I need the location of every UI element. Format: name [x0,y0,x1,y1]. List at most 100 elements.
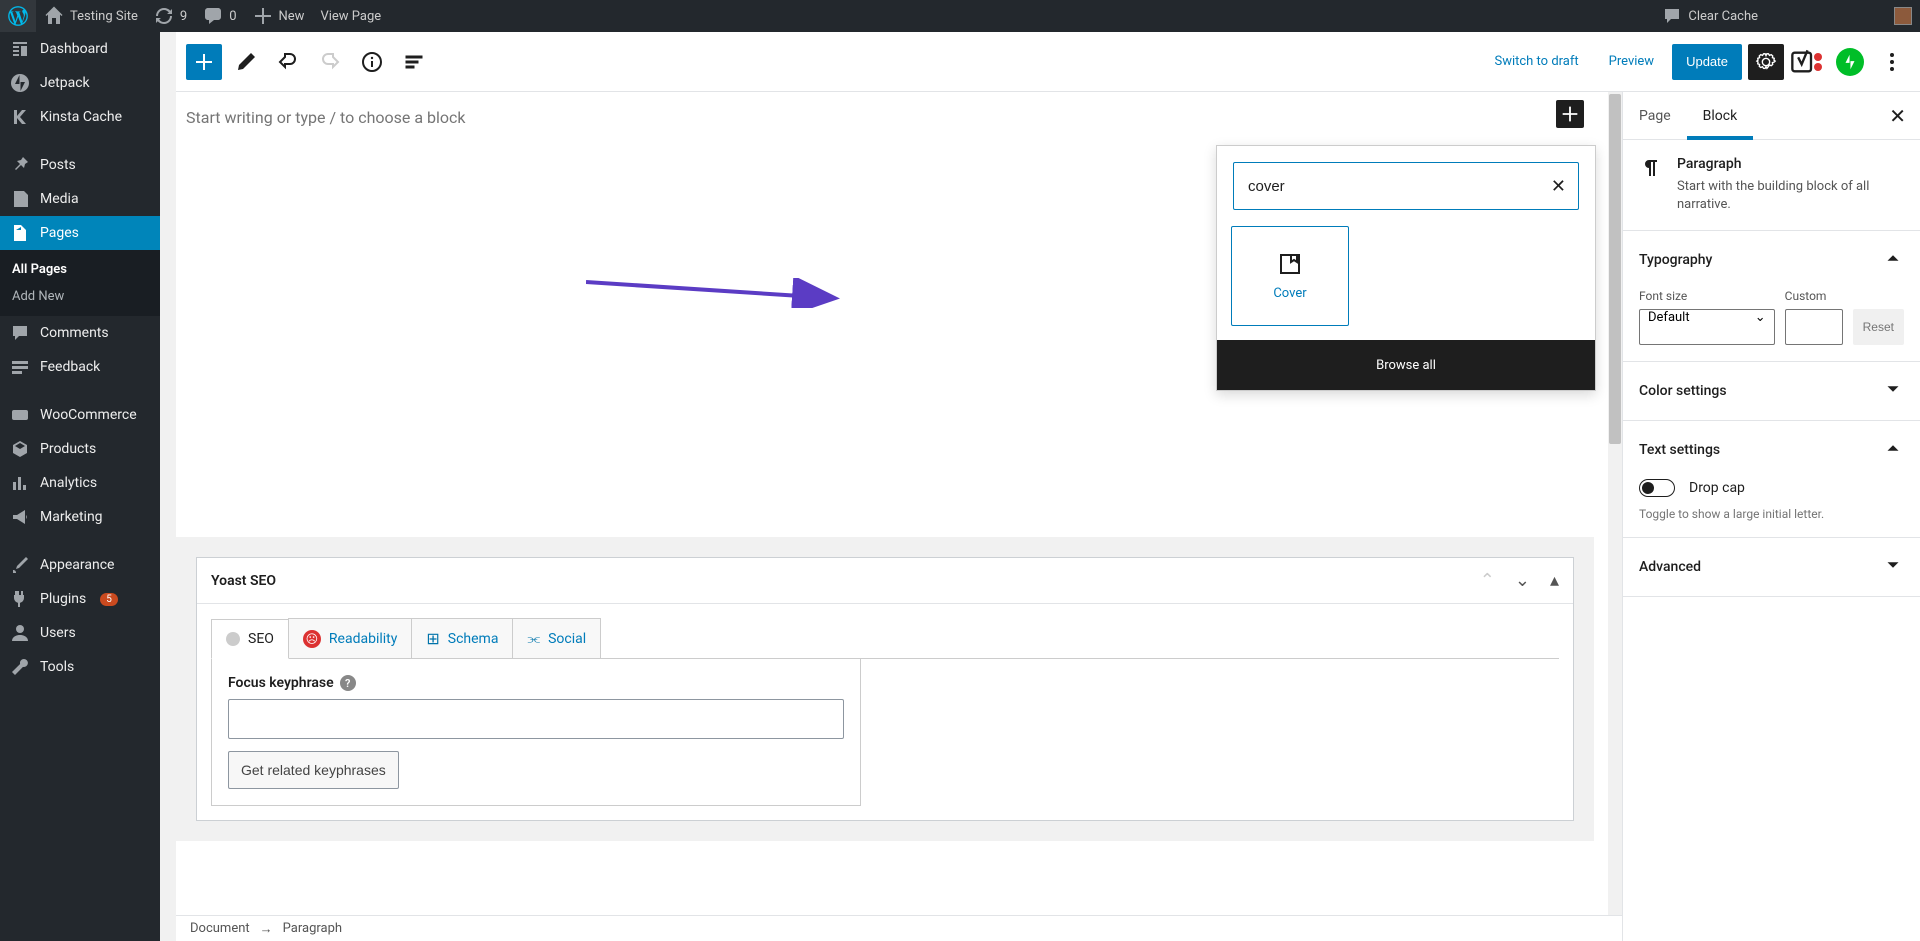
sidebar-item-plugins[interactable]: Plugins5 [0,582,160,616]
search-bar[interactable] [1766,0,1886,32]
submenu-add-new[interactable]: Add New [0,283,160,310]
profile[interactable] [1886,0,1920,32]
settings-button[interactable] [1748,44,1784,80]
reset-button[interactable]: Reset [1853,309,1904,345]
yoast-toggle-panel[interactable]: ▴ [1550,570,1559,591]
font-size-select[interactable]: Default⌄ [1639,309,1775,345]
scrollbar-thumb[interactable] [1609,94,1621,444]
schema-icon: ⊞ [426,629,439,648]
dashboard-icon [10,39,30,59]
comments-count: 0 [229,9,236,24]
user-icon [10,623,30,643]
yoast-move-up[interactable]: ⌃ [1480,570,1495,591]
yoast-tabs: SEO ☹Readability ⊞Schema ⫘Social [211,618,1559,659]
color-settings-header[interactable]: Color settings [1623,362,1920,420]
clear-cache[interactable]: Clear Cache [1654,0,1766,32]
kebab-icon [1880,50,1904,74]
updates[interactable]: 9 [146,0,195,32]
typography-header[interactable]: Typography [1623,231,1920,289]
info-button[interactable] [354,44,390,80]
advanced-header[interactable]: Advanced [1623,538,1920,596]
wp-logo[interactable] [0,0,36,32]
tab-schema[interactable]: ⊞Schema [411,618,513,658]
plus-icon [253,6,273,26]
tab-readability[interactable]: ☹Readability [288,618,412,658]
editor-canvas-wrap: Start writing or type / to choose a bloc… [176,92,1622,915]
sidebar-item-marketing[interactable]: Marketing [0,500,160,534]
focus-keyphrase-input[interactable] [228,699,844,739]
info-icon [360,50,384,74]
get-related-keyphrases-button[interactable]: Get related keyphrases [228,751,399,789]
sidebar-item-kinsta[interactable]: Kinsta Cache [0,100,160,134]
block-cover-label: Cover [1273,286,1306,301]
metabox-area: Yoast SEO ⌃ ⌄ ▴ SEO ☹Readability ⊞Schema [176,537,1594,841]
plus-icon [192,50,216,74]
text-settings-header[interactable]: Text settings [1623,421,1920,479]
close-inspector-button[interactable]: ✕ [1875,92,1920,139]
preview-button[interactable]: Preview [1597,54,1666,69]
breadcrumb-document[interactable]: Document [190,921,250,936]
plug-icon [10,589,30,609]
breadcrumb-paragraph[interactable]: Paragraph [283,921,342,936]
sidebar-item-jetpack[interactable]: Jetpack [0,66,160,100]
sidebar-item-media[interactable]: Media [0,182,160,216]
sidebar-item-woocommerce[interactable]: WooCommerce [0,398,160,432]
comments-bar[interactable]: 0 [195,0,244,32]
sidebar-item-feedback[interactable]: Feedback [0,350,160,384]
feedback-icon [10,357,30,377]
analytics-icon [10,473,30,493]
submenu-all-pages[interactable]: All Pages [0,256,160,283]
drop-cap-toggle[interactable] [1639,479,1675,497]
custom-font-size-input[interactable] [1785,309,1843,345]
pin-icon [10,155,30,175]
sidebar-item-posts[interactable]: Posts [0,148,160,182]
site-home[interactable]: Testing Site [36,0,146,32]
switch-to-draft-button[interactable]: Switch to draft [1482,54,1590,69]
block-breadcrumb: Document → Paragraph [176,915,1622,941]
settings-inspector: Page Block ✕ Paragraph Start with the bu… [1622,92,1920,941]
seo-panel: Focus keyphrase? Get related keyphrases [211,659,861,806]
sidebar-item-pages[interactable]: Pages [0,216,160,250]
sidebar-item-dashboard[interactable]: Dashboard [0,32,160,66]
yoast-move-down[interactable]: ⌄ [1515,570,1530,591]
tab-social[interactable]: ⫘Social [512,618,601,658]
add-block-button[interactable] [186,44,222,80]
clear-search-button[interactable]: ✕ [1551,176,1566,197]
help-icon[interactable]: ? [340,675,356,691]
update-button[interactable]: Update [1672,44,1742,80]
cover-icon [1278,252,1302,276]
browse-all-button[interactable]: Browse all [1217,340,1595,390]
view-page[interactable]: View Page [312,0,389,32]
sidebar-item-tools[interactable]: Tools [0,650,160,684]
sidebar-item-comments[interactable]: Comments [0,316,160,350]
megaphone-icon [10,507,30,527]
undo-button[interactable] [270,44,306,80]
inspector-tab-page[interactable]: Page [1623,92,1687,139]
inspector-tab-block[interactable]: Block [1687,92,1754,139]
block-inserter-popover: ✕ Cover Browse all [1216,145,1596,391]
sidebar-item-appearance[interactable]: Appearance [0,548,160,582]
redo-button[interactable] [312,44,348,80]
kinsta-icon [10,107,30,127]
inline-add-block-button[interactable] [1556,100,1584,128]
editor-toolbar: Switch to draft Preview Update [176,32,1920,92]
focus-keyphrase-label: Focus keyphrase? [228,675,844,691]
jetpack-button[interactable] [1832,44,1868,80]
more-menu-button[interactable] [1874,44,1910,80]
block-cover-option[interactable]: Cover [1231,226,1349,326]
sidebar-item-users[interactable]: Users [0,616,160,650]
edit-mode-button[interactable] [228,44,264,80]
canvas-scrollbar[interactable] [1608,92,1622,915]
editor-canvas[interactable]: Start writing or type / to choose a bloc… [176,92,1608,537]
font-size-label: Font size [1639,289,1775,303]
sidebar-item-analytics[interactable]: Analytics [0,466,160,500]
list-view-button[interactable] [396,44,432,80]
yoast-button[interactable] [1790,44,1826,80]
block-search-input[interactable] [1246,177,1551,196]
block-search: ✕ [1233,162,1579,210]
admin-sidebar: Dashboard Jetpack Kinsta Cache Posts Med… [0,32,160,941]
new-content[interactable]: New [245,0,313,32]
sidebar-item-products[interactable]: Products [0,432,160,466]
tab-seo[interactable]: SEO [211,619,289,659]
brush-icon [10,555,30,575]
